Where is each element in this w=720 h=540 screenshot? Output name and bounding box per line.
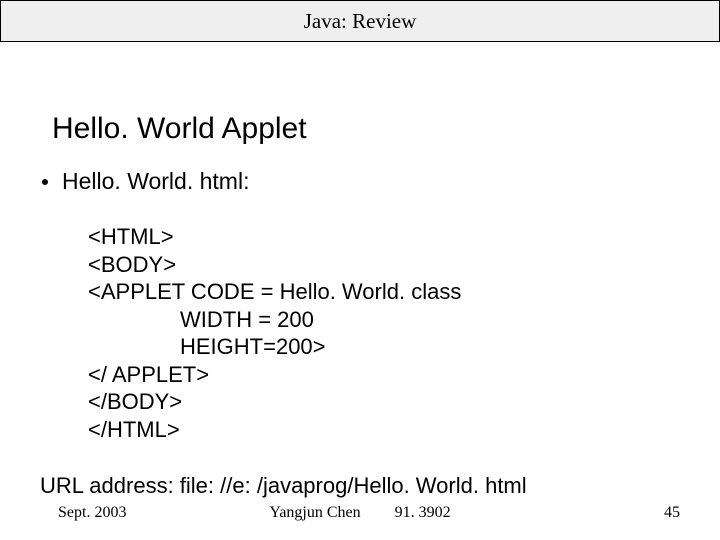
slide-content: Hello. World Applet Hello. World. html: … [0,42,720,499]
bullet-icon [42,179,48,185]
code-line: </BODY> [88,388,680,416]
header-title: Java: Review [304,9,417,34]
slide-footer: Yangjun Chen 91. 3902 Sept. 2003 45 [0,504,720,522]
code-line: <BODY> [88,251,680,279]
footer-course: 91. 3902 [395,504,451,522]
code-line: WIDTH = 200 [88,306,680,334]
footer-author: Yangjun Chen [269,504,360,522]
url-address-line: URL address: file: //e: /javaprog/Hello.… [40,473,680,499]
code-block: <HTML> <BODY> <APPLET CODE = Hello. Worl… [88,223,680,443]
bullet-item: Hello. World. html: [40,168,680,195]
slide-title: Hello. World Applet [52,112,680,146]
code-line: <HTML> [88,223,680,251]
footer-center: Yangjun Chen 91. 3902 [0,504,720,522]
code-line: </HTML> [88,416,680,444]
code-line: </ APPLET> [88,361,680,389]
code-line: HEIGHT=200> [88,333,680,361]
bullet-text: Hello. World. html: [62,168,249,195]
code-line: <APPLET CODE = Hello. World. class [88,278,680,306]
header-banner: Java: Review [0,0,720,42]
footer-page-number: 45 [664,504,680,522]
